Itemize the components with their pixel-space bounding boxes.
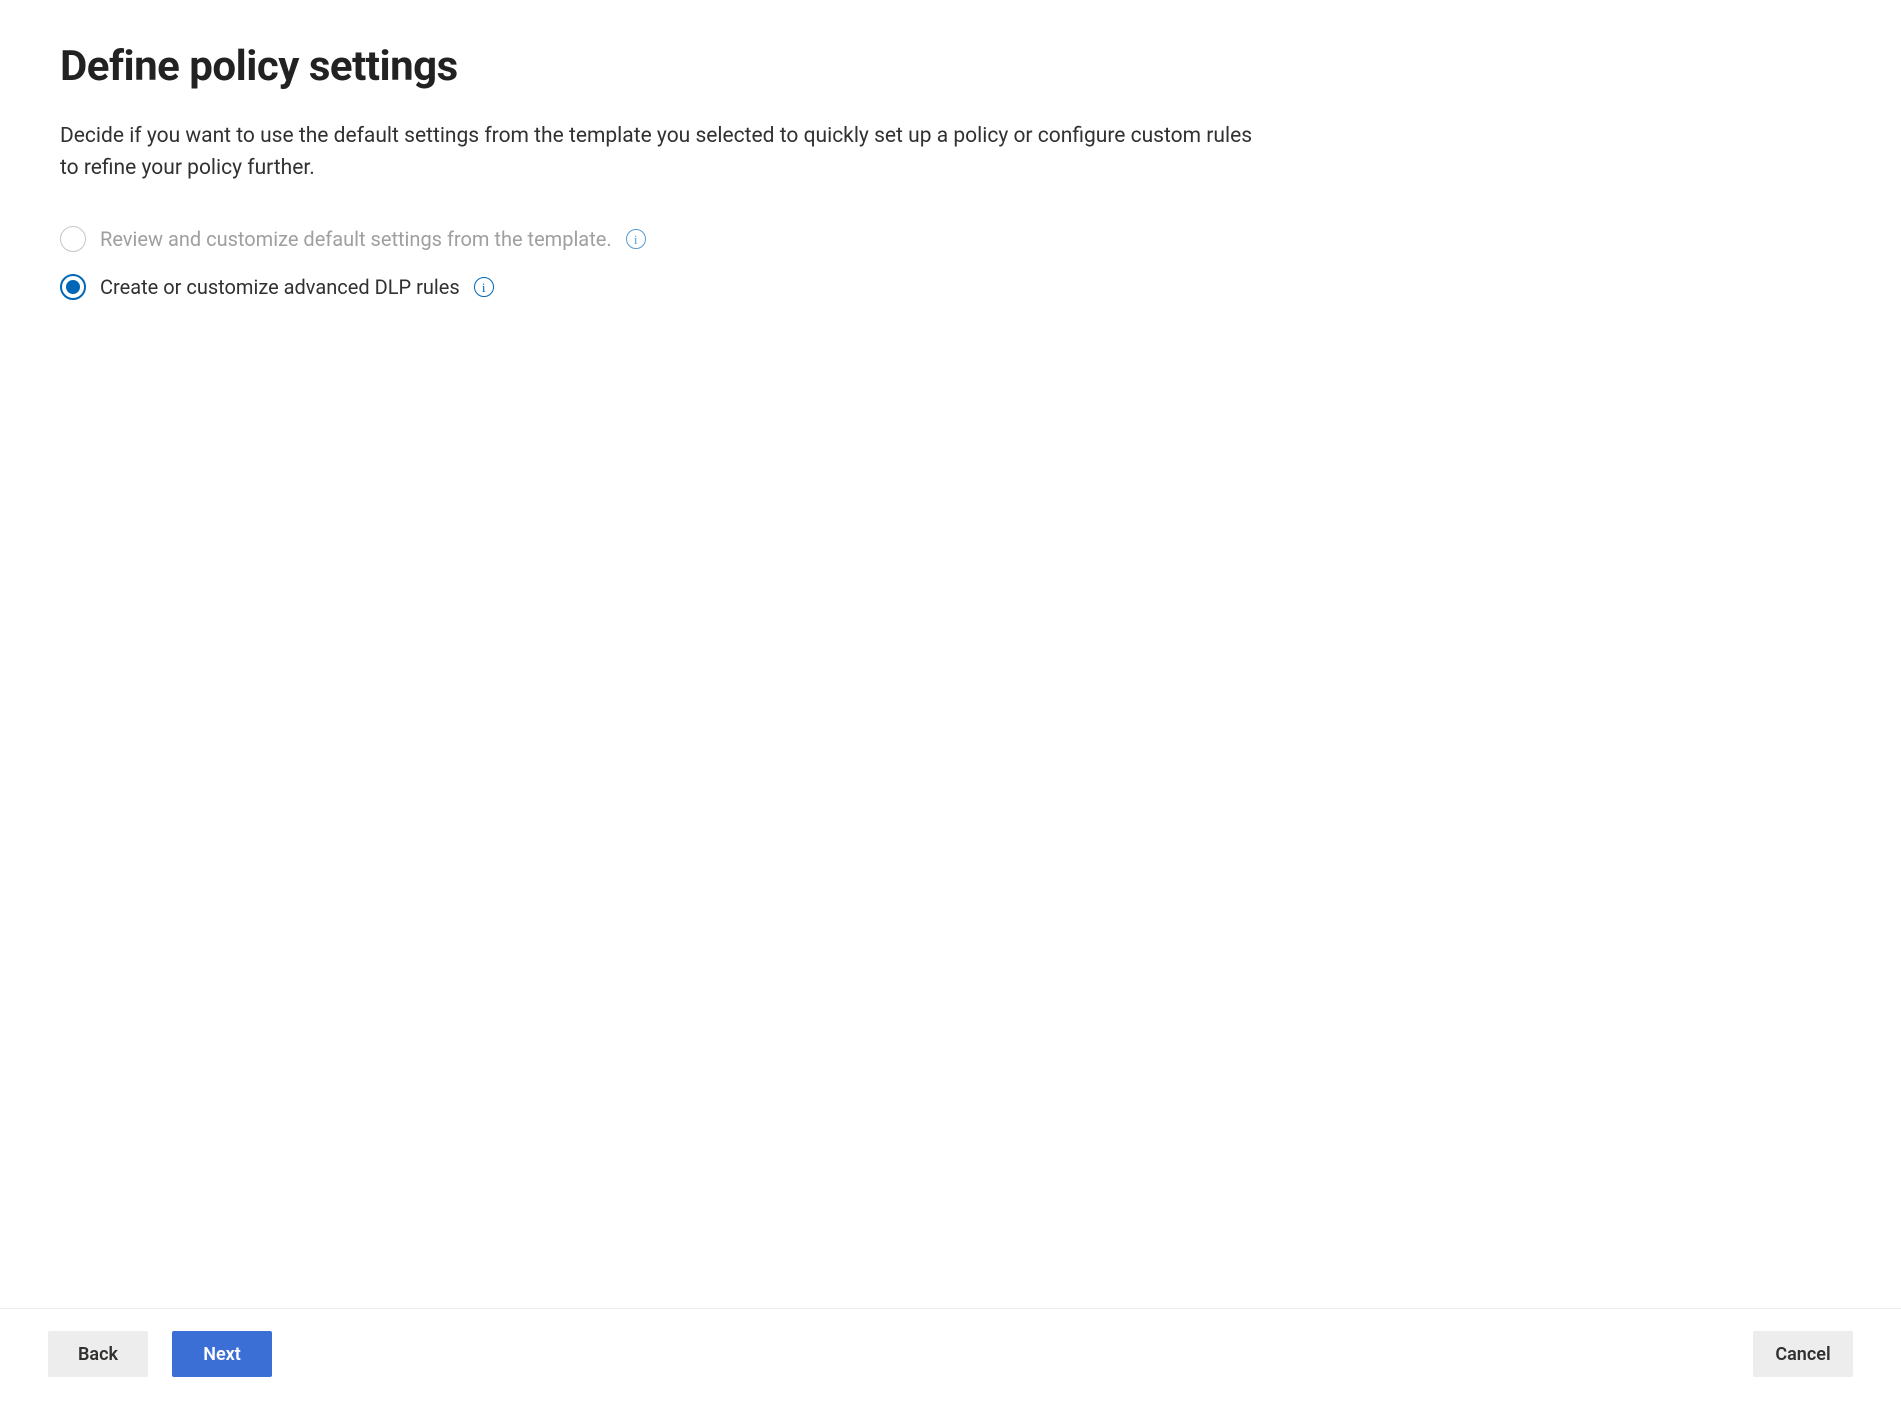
radio-label-review-default: Review and customize default settings fr…: [100, 227, 612, 251]
footer-right-buttons: Cancel: [1753, 1331, 1853, 1377]
radio-label-create-advanced: Create or customize advanced DLP rules: [100, 275, 460, 299]
policy-settings-radio-group: Review and customize default settings fr…: [60, 226, 1841, 300]
next-button[interactable]: Next: [172, 1331, 272, 1377]
info-icon[interactable]: i: [626, 229, 646, 249]
page-description: Decide if you want to use the default se…: [60, 121, 1260, 184]
back-button[interactable]: Back: [48, 1331, 148, 1377]
cancel-button[interactable]: Cancel: [1753, 1331, 1853, 1377]
page-title: Define policy settings: [60, 42, 1841, 91]
main-content: Define policy settings Decide if you wan…: [0, 0, 1901, 1308]
wizard-footer: Back Next Cancel: [0, 1308, 1901, 1403]
radio-option-create-advanced[interactable]: Create or customize advanced DLP rules i: [60, 274, 1841, 300]
radio-option-review-default: Review and customize default settings fr…: [60, 226, 1841, 252]
radio-circle-icon: [60, 274, 86, 300]
info-icon[interactable]: i: [474, 277, 494, 297]
footer-left-buttons: Back Next: [48, 1331, 272, 1377]
radio-circle-icon: [60, 226, 86, 252]
